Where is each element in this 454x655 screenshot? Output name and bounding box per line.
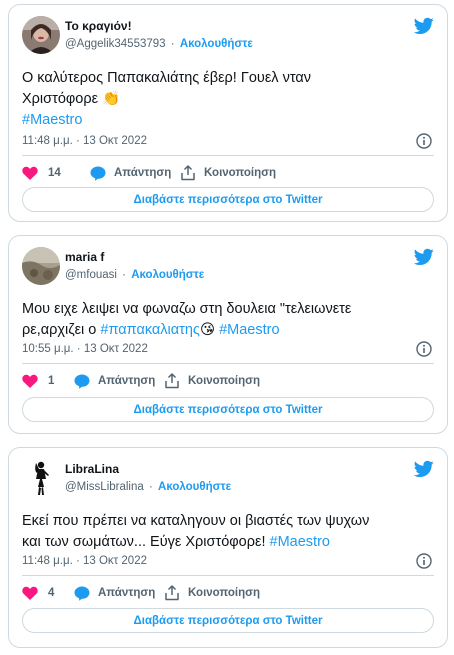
reply-button[interactable]: Απάντηση xyxy=(90,163,171,183)
read-more-button[interactable]: Διαβάστε περισσότερα στο Twitter xyxy=(22,397,434,422)
tweet-text-line: Χριστόφορε 👏 xyxy=(22,91,121,107)
tweet-text-line: Εκεί που πρέπει να καταληγουν οι βιαστές… xyxy=(22,513,370,529)
author-name[interactable]: maria f xyxy=(65,250,104,264)
twitter-bird-icon[interactable] xyxy=(414,460,434,478)
timestamp[interactable]: 11:48 μ.μ. · 13 Οκτ 2022 xyxy=(22,135,147,147)
tweet-text: Μου ειχε λειψει να φωναζω στη δουλεια "τ… xyxy=(22,299,434,341)
hashtag-link[interactable]: #παπακαλιατης xyxy=(100,322,200,338)
reply-label: Απάντηση xyxy=(98,587,156,599)
author-name[interactable]: Το κραγιόν! xyxy=(65,19,132,33)
hashtag-link[interactable]: #Maestro xyxy=(22,110,434,131)
follow-link[interactable]: Ακολουθήστε xyxy=(158,481,231,493)
action-bar: 14 Απάντηση Κοινοποίηση xyxy=(22,163,434,183)
kiss-emoji: 😘 xyxy=(199,322,216,338)
share-button[interactable]: Κοινοποίηση xyxy=(180,163,276,183)
reply-bubble-icon xyxy=(74,374,90,389)
share-label: Κοινοποίηση xyxy=(188,587,260,599)
timestamp[interactable]: 10:55 μ.μ. · 13 Οκτ 2022 xyxy=(22,343,148,355)
avatar[interactable] xyxy=(22,16,60,54)
author-handle-row: @Aggelik34553793 · Ακολουθήστε xyxy=(65,38,253,50)
twitter-bird-icon[interactable] xyxy=(414,17,434,35)
share-button[interactable]: Κοινοποίηση xyxy=(164,371,260,391)
follow-link[interactable]: Ακολουθήστε xyxy=(131,269,204,281)
action-bar: 4 Απάντηση Κοινοποίηση xyxy=(22,583,434,603)
separator: · xyxy=(149,481,153,493)
tweet-text-line: Μου ειχε λειψει να φωναζω στη δουλεια "τ… xyxy=(22,301,352,317)
action-bar: 1 Απάντηση Κοινοποίηση xyxy=(22,371,434,391)
share-button[interactable]: Κοινοποίηση xyxy=(164,583,260,603)
tweet-text-fragment: και των σωμάτων... Εύγε Χριστόφορε! xyxy=(22,534,270,550)
tweet-card: maria f @mfouasi · Ακολουθήστε Μου ειχε … xyxy=(8,235,448,434)
follow-link[interactable]: Ακολουθήστε xyxy=(180,38,253,50)
author-handle[interactable]: @mfouasi xyxy=(65,269,117,281)
separator: · xyxy=(170,38,175,50)
tweet-text: Εκεί που πρέπει να καταληγουν οι βιαστές… xyxy=(22,511,434,553)
author-handle-row: @mfouasi · Ακολουθήστε xyxy=(65,269,204,281)
tweet-card: Το κραγιόν! @Aggelik34553793 · Ακολουθήσ… xyxy=(8,4,448,222)
timestamp[interactable]: 11:48 μ.μ. · 13 Οκτ 2022 xyxy=(22,555,147,567)
divider xyxy=(22,155,434,156)
info-icon[interactable] xyxy=(416,341,432,357)
like-button[interactable]: 1 xyxy=(22,371,54,391)
avatar[interactable] xyxy=(22,247,60,285)
tweet-text-line: ρε,αρχιζει ο #παπακαλιατης😘 #Maestro xyxy=(22,320,434,341)
separator: · xyxy=(122,269,126,281)
reply-button[interactable]: Απάντηση xyxy=(74,583,155,603)
reply-bubble-icon xyxy=(90,166,106,181)
share-label: Κοινοποίηση xyxy=(188,375,260,387)
heart-icon xyxy=(22,166,38,180)
tweet-text-fragment: ρε,αρχιζει ο xyxy=(22,322,101,338)
tweet-text-line: και των σωμάτων... Εύγε Χριστόφορε! #Mae… xyxy=(22,532,434,553)
reply-label: Απάντηση xyxy=(114,167,172,179)
info-icon[interactable] xyxy=(416,553,432,569)
tweet-text-line: Ο καλύτερος Παπακαλιάτης έβερ! Γουελ ντα… xyxy=(22,70,311,86)
reply-label: Απάντηση xyxy=(98,375,156,387)
twitter-bird-icon[interactable] xyxy=(414,248,434,266)
hashtag-link[interactable]: #Maestro xyxy=(270,534,330,550)
author-name[interactable]: LibraLina xyxy=(65,462,119,476)
divider xyxy=(22,363,434,364)
reply-button[interactable]: Απάντηση xyxy=(74,371,155,391)
author-handle[interactable]: @Aggelik34553793 xyxy=(65,38,166,50)
author-handle-row: @MissLibralina · Ακολουθήστε xyxy=(65,481,231,493)
divider xyxy=(22,575,434,576)
reply-bubble-icon xyxy=(74,586,90,601)
read-more-button[interactable]: Διαβάστε περισσότερα στο Twitter xyxy=(22,608,434,633)
share-label: Κοινοποίηση xyxy=(204,167,276,179)
like-count: 1 xyxy=(48,375,55,387)
like-count: 14 xyxy=(48,167,61,179)
like-count: 4 xyxy=(48,587,55,599)
heart-icon xyxy=(22,374,38,388)
avatar[interactable] xyxy=(22,459,60,497)
like-button[interactable]: 14 xyxy=(22,163,61,183)
share-icon xyxy=(165,585,179,601)
author-handle[interactable]: @MissLibralina xyxy=(65,481,144,493)
share-icon xyxy=(165,373,179,389)
read-more-button[interactable]: Διαβάστε περισσότερα στο Twitter xyxy=(22,187,434,212)
tweet-card: LibraLina @MissLibralina · Ακολουθήστε Ε… xyxy=(8,447,448,648)
like-button[interactable]: 4 xyxy=(22,583,54,603)
info-icon[interactable] xyxy=(416,133,432,149)
share-icon xyxy=(181,165,195,181)
tweet-text: Ο καλύτερος Παπακαλιάτης έβερ! Γουελ ντα… xyxy=(22,68,434,131)
heart-icon xyxy=(22,586,38,600)
hashtag-link[interactable]: #Maestro xyxy=(219,322,279,338)
